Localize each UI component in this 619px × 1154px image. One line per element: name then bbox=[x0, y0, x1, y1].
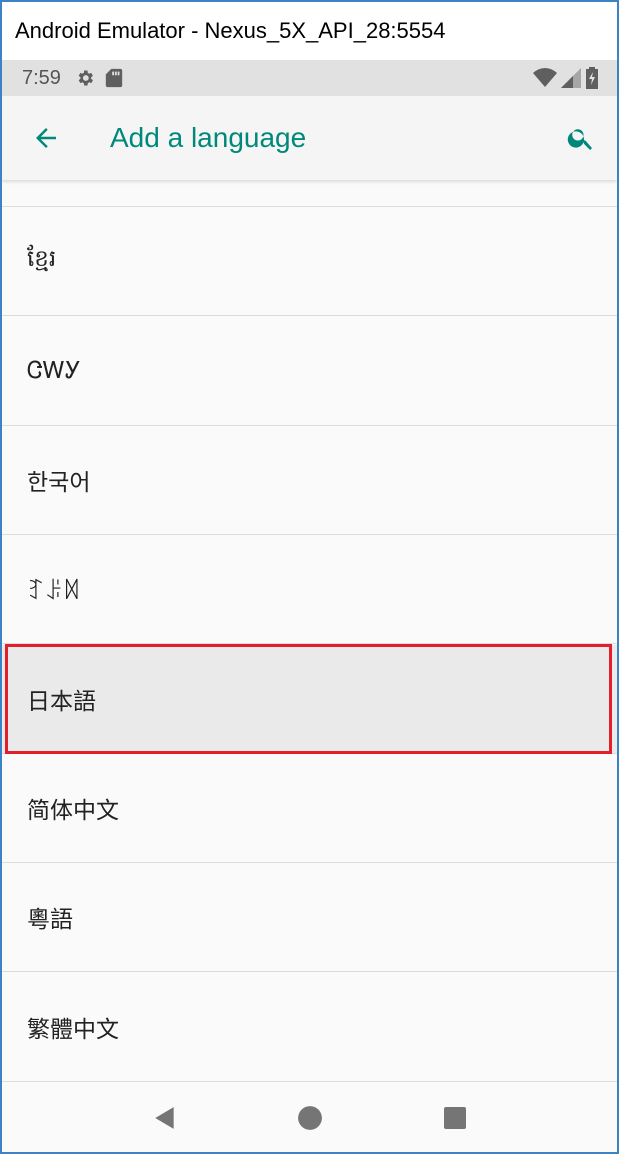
language-item-simplified-chinese[interactable]: 简体中文 bbox=[2, 754, 617, 863]
language-label: 한국어 bbox=[27, 470, 91, 496]
wifi-icon bbox=[533, 68, 557, 88]
language-label: 粵語 bbox=[27, 907, 73, 933]
cell-signal-icon bbox=[561, 68, 581, 88]
recents-square-icon bbox=[443, 1107, 466, 1129]
battery-icon bbox=[585, 67, 599, 89]
gear-icon bbox=[75, 68, 95, 88]
language-label: 日本語 bbox=[27, 689, 96, 715]
search-button[interactable] bbox=[553, 110, 609, 166]
window-title-bar: Android Emulator - Nexus_5X_API_28:5554 bbox=[2, 2, 617, 60]
sd-card-icon bbox=[105, 68, 123, 88]
page-title: Add a language bbox=[110, 122, 307, 153]
arrow-back-icon bbox=[36, 128, 56, 148]
language-list[interactable]: ខ្មែរ ᏣᎳᎩ 한국어 ꆈꌠꉙ 日本語 简体中文 粵語 繁體中文 bbox=[2, 180, 617, 1082]
status-time: 7:59 bbox=[22, 66, 61, 89]
language-label: 繁體中文 bbox=[27, 1017, 119, 1043]
language-item-cherokee[interactable]: ᏣᎳᎩ bbox=[2, 317, 617, 426]
language-item-khmer[interactable]: ខ្មែរ bbox=[2, 207, 617, 316]
emulator-window: Android Emulator - Nexus_5X_API_28:5554 … bbox=[0, 0, 619, 1154]
back-triangle-icon bbox=[154, 1107, 174, 1129]
language-item-yi[interactable]: ꆈꌠꉙ bbox=[2, 535, 617, 644]
language-label: ខ្មែរ bbox=[27, 245, 57, 272]
app-bar: Add a language bbox=[2, 96, 617, 180]
language-label: ᏣᎳᎩ bbox=[27, 358, 81, 384]
back-button[interactable] bbox=[16, 108, 76, 168]
nav-home-button[interactable] bbox=[280, 1088, 340, 1148]
nav-back-button[interactable] bbox=[135, 1088, 195, 1148]
status-bar: 7:59 bbox=[2, 60, 617, 96]
window-title: Android Emulator - Nexus_5X_API_28:5554 bbox=[15, 18, 446, 43]
language-item-korean[interactable]: 한국어 bbox=[2, 426, 617, 535]
search-icon bbox=[567, 129, 592, 150]
language-item-cantonese[interactable]: 粵語 bbox=[2, 863, 617, 972]
navigation-bar bbox=[2, 1082, 617, 1152]
language-item-traditional-chinese[interactable]: 繁體中文 bbox=[2, 973, 617, 1082]
language-label: 简体中文 bbox=[27, 798, 119, 824]
language-label: ꆈꌠꉙ bbox=[27, 578, 81, 605]
nav-recents-button[interactable] bbox=[425, 1088, 485, 1148]
language-item-japanese[interactable]: 日本語 bbox=[2, 645, 617, 754]
home-circle-icon bbox=[297, 1106, 322, 1130]
